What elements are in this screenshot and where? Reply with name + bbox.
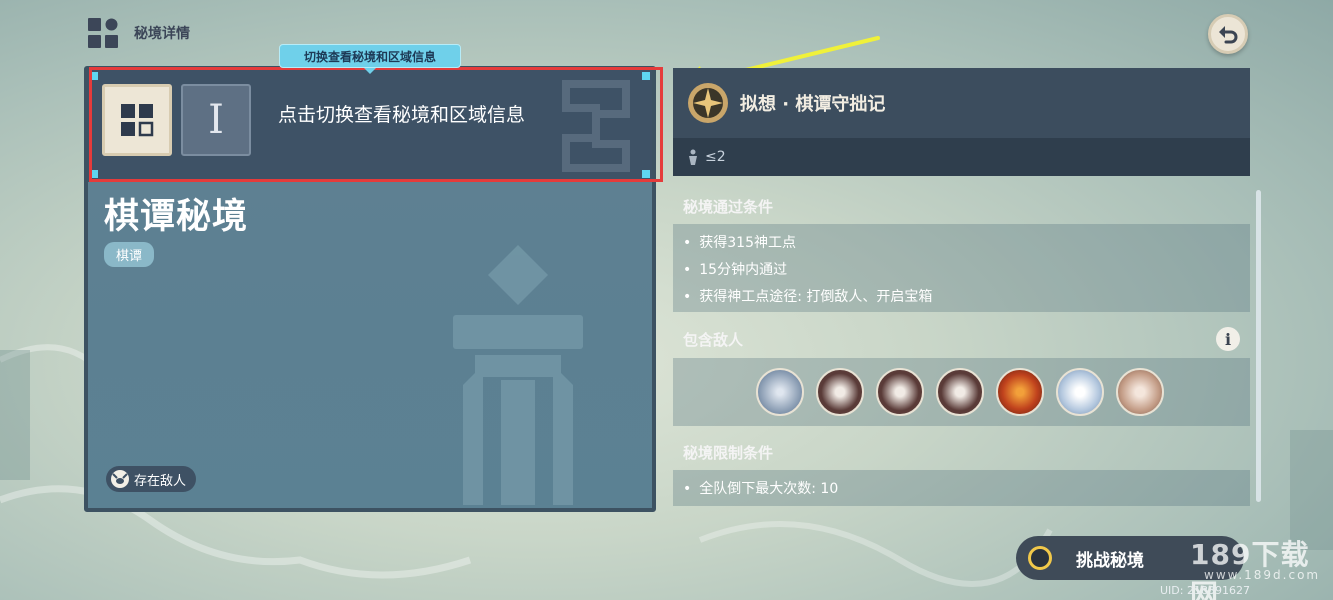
- details-scrollbar[interactable]: [1256, 190, 1261, 502]
- enemy-list: [756, 368, 1164, 416]
- back-button[interactable]: [1208, 14, 1248, 54]
- party-limit-value: ≤2: [705, 149, 726, 165]
- page-title: 秘境详情: [134, 26, 190, 42]
- masked-enemy-icon[interactable]: [876, 368, 924, 416]
- restriction-item: 全队倒下最大次数: 10: [683, 478, 838, 498]
- enemies-title: 包含敌人: [683, 331, 744, 349]
- restrictions-title: 秘境限制条件: [683, 444, 774, 462]
- enemy-status-label: 存在敌人: [134, 473, 187, 489]
- tower-decoration: [453, 245, 583, 505]
- switch-tooltip: 切换查看秘境和区域信息: [279, 44, 461, 74]
- domain-title: 棋谭秘境: [104, 197, 249, 237]
- quest-header: 拟想 · 棋谭守拙记: [673, 68, 1250, 138]
- uid-label: UID: 218391627: [1160, 584, 1250, 597]
- pyro-enemy-icon[interactable]: [996, 368, 1044, 416]
- challenge-label: 挑战秘境: [1076, 550, 1144, 571]
- page-header: 秘境详情: [86, 16, 190, 50]
- frost-boar-icon[interactable]: [1056, 368, 1104, 416]
- restrictions-box: 全队倒下最大次数: 10: [673, 470, 1250, 506]
- pass-condition-item: 获得神工点途径: 打倒敌人、开启宝箱: [683, 286, 932, 306]
- pass-conditions-box: 获得315神工点 15分钟内通过 获得神工点途径: 打倒敌人、开启宝箱: [673, 224, 1250, 312]
- pass-condition-item: 获得315神工点: [683, 232, 796, 252]
- pass-conditions-title: 秘境通过条件: [683, 198, 774, 216]
- frost-beast-icon[interactable]: [756, 368, 804, 416]
- person-icon: [689, 149, 697, 165]
- domain-tag: 棋谭: [104, 242, 155, 267]
- confirm-circle-icon: [1028, 546, 1052, 570]
- party-limit-row: ≤2: [673, 138, 1250, 176]
- quest-name: 拟想 · 棋谭守拙记: [740, 94, 886, 115]
- annotation-highlight-box: [89, 67, 663, 182]
- compass-emblem-icon: [688, 83, 728, 123]
- pass-condition-item: 15分钟内通过: [683, 259, 787, 279]
- domain-details-icon: [88, 18, 118, 48]
- enemy-status-badge: 存在敌人: [106, 466, 197, 492]
- enemy-mask-icon: [111, 470, 129, 488]
- horned-beast-icon[interactable]: [1116, 368, 1164, 416]
- info-icon[interactable]: i: [1216, 327, 1240, 351]
- masked-enemy-icon[interactable]: [816, 368, 864, 416]
- masked-enemy-icon[interactable]: [936, 368, 984, 416]
- watermark-url: www.189d.com: [1204, 568, 1321, 582]
- domain-details-list: 秘境通过条件 获得315神工点 15分钟内通过 获得神工点途径: 打倒敌人、开启…: [673, 176, 1250, 516]
- back-arrow-icon: [1219, 26, 1238, 44]
